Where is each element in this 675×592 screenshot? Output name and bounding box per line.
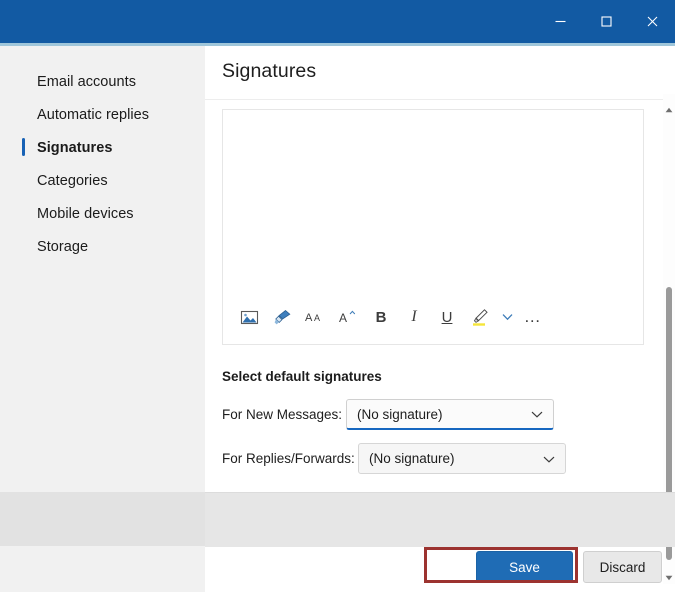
default-signatures-heading: Select default signatures (222, 369, 382, 384)
sidebar-item-categories[interactable]: Categories (0, 164, 205, 197)
bold-button[interactable]: B (365, 301, 397, 333)
svg-text:A: A (314, 313, 320, 323)
italic-icon: I (411, 308, 417, 325)
minimize-button[interactable] (537, 0, 583, 43)
signature-editor-surface[interactable] (223, 110, 643, 295)
window-titlebar (0, 0, 675, 43)
new-messages-signature-value: (No signature) (357, 406, 443, 422)
discard-button[interactable]: Discard (583, 551, 662, 583)
chevron-down-icon (502, 314, 512, 321)
sidebar-item-storage[interactable]: Storage (0, 230, 205, 263)
grow-font-icon: A A (305, 312, 320, 324)
picture-icon (240, 310, 258, 324)
sidebar-item-mobile-devices[interactable]: Mobile devices (0, 197, 205, 230)
svg-text:A: A (305, 312, 313, 324)
save-button-annotation-highlight (424, 547, 578, 583)
format-painter-icon (274, 309, 290, 324)
underline-button[interactable]: U (431, 301, 463, 333)
selection-indicator (22, 138, 25, 156)
grow-font-button[interactable]: A A (299, 301, 331, 333)
maximize-button[interactable] (583, 0, 629, 43)
sidebar-item-email-accounts[interactable]: Email accounts (0, 65, 205, 98)
minimize-icon (555, 20, 565, 23)
shrink-font-button[interactable]: A (332, 301, 364, 333)
highlight-dropdown-button[interactable] (497, 301, 517, 333)
text-highlight-button[interactable] (464, 301, 496, 333)
sidebar-item-label: Categories (37, 172, 108, 189)
svg-text:A: A (339, 311, 347, 325)
more-options-button[interactable]: … (518, 301, 548, 333)
bold-icon: B (375, 308, 387, 326)
sidebar-item-label: Storage (37, 238, 89, 255)
scroll-up-arrow-icon[interactable] (663, 103, 675, 117)
replies-forwards-signature-value: (No signature) (369, 451, 455, 466)
sidebar-item-label: Mobile devices (37, 205, 134, 222)
footer-sidebar-area (0, 492, 205, 546)
sidebar-item-label: Signatures (37, 139, 113, 156)
sidebar-item-label: Automatic replies (37, 106, 150, 123)
footer-bar (205, 492, 675, 547)
new-messages-field-row: For New Messages: (No signature) (222, 399, 554, 430)
new-messages-label: For New Messages: (222, 407, 343, 422)
new-messages-signature-select[interactable]: (No signature) (346, 399, 554, 430)
signature-editor-toolbar: A A A B I U … (223, 294, 643, 340)
replies-forwards-signature-select[interactable]: (No signature) (358, 443, 566, 474)
format-painter-button[interactable] (266, 301, 298, 333)
maximize-icon (600, 16, 612, 27)
highlighter-icon (472, 309, 488, 326)
italic-button[interactable]: I (398, 301, 430, 333)
sidebar-item-label: Email accounts (37, 73, 137, 90)
scroll-down-arrow-icon[interactable] (663, 571, 675, 585)
content-divider (205, 99, 675, 100)
underline-icon: U (441, 308, 453, 326)
sidebar-item-signatures[interactable]: Signatures (0, 131, 205, 164)
shrink-font-icon: A (339, 310, 355, 325)
close-icon (647, 16, 657, 27)
insert-picture-button[interactable] (233, 301, 265, 333)
signature-editor[interactable]: A A A B I U … (222, 109, 644, 345)
chevron-down-icon (531, 407, 543, 422)
sidebar-item-automatic-replies[interactable]: Automatic replies (0, 98, 205, 131)
page-title: Signatures (222, 60, 317, 82)
replies-forwards-field-row: For Replies/Forwards: (No signature) (222, 443, 566, 474)
chevron-down-icon (543, 451, 555, 466)
close-button[interactable] (629, 0, 675, 43)
replies-forwards-label: For Replies/Forwards: (222, 451, 355, 466)
